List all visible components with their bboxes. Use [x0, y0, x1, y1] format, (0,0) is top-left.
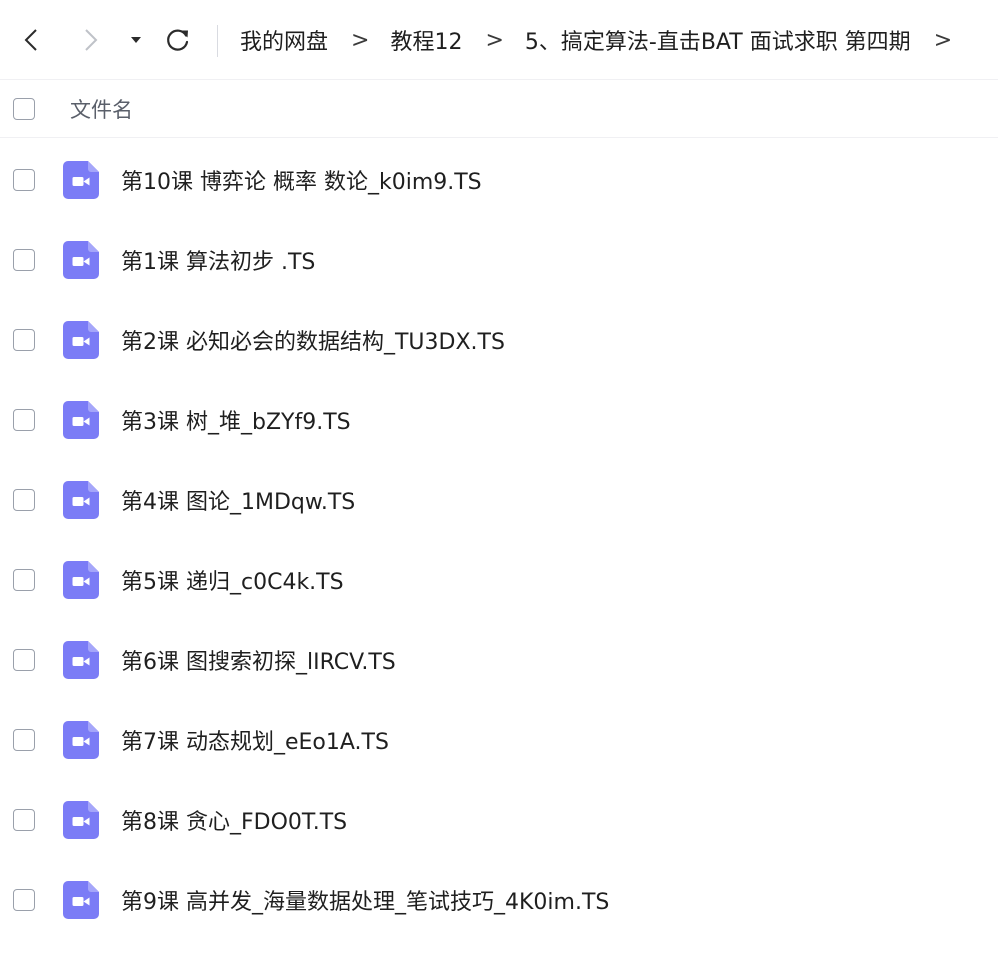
select-all-checkbox[interactable] [13, 98, 35, 120]
file-checkbox[interactable] [13, 649, 35, 671]
breadcrumb-separator: > [933, 27, 953, 53]
column-header-filename[interactable]: 文件名 [70, 94, 133, 124]
breadcrumb-separator: > [485, 27, 504, 53]
file-row[interactable]: 第1课 算法初步 .TS [0, 220, 998, 300]
file-name[interactable]: 第2课 必知必会的数据结构_TU3DX.TS [121, 324, 505, 356]
file-checkbox[interactable] [13, 489, 35, 511]
history-dropdown-button[interactable] [124, 20, 148, 60]
video-file-icon [63, 481, 99, 519]
file-list: 第10课 博弈论 概率 数论_k0im9.TS 第1课 算法初步 .TS 第2课… [0, 140, 998, 940]
breadcrumb-item-folder[interactable]: 教程12 [390, 24, 462, 56]
video-file-icon [63, 721, 99, 759]
video-file-icon [63, 161, 99, 199]
file-row[interactable]: 第9课 高并发_海量数据处理_笔试技巧_4K0im.TS [0, 860, 998, 940]
video-file-icon [63, 641, 99, 679]
file-checkbox[interactable] [13, 809, 35, 831]
nav-divider [217, 25, 218, 57]
file-name[interactable]: 第7课 动态规划_eEo1A.TS [121, 724, 389, 756]
file-checkbox[interactable] [13, 249, 35, 271]
file-name[interactable]: 第5课 递归_c0C4k.TS [121, 564, 344, 596]
video-file-icon [63, 241, 99, 279]
file-checkbox[interactable] [13, 569, 35, 591]
file-row[interactable]: 第8课 贪心_FDO0T.TS [0, 780, 998, 860]
file-name[interactable]: 第1课 算法初步 .TS [121, 244, 315, 276]
breadcrumb: 我的网盘 > 教程12 > 5、搞定算法-直击BAT 面试求职 第四期 > [240, 20, 952, 60]
navigation-bar: 我的网盘 > 教程12 > 5、搞定算法-直击BAT 面试求职 第四期 > [0, 0, 998, 80]
file-checkbox[interactable] [13, 729, 35, 751]
file-row[interactable]: 第5课 递归_c0C4k.TS [0, 540, 998, 620]
forward-button[interactable] [74, 20, 108, 60]
file-list-header: 文件名 [0, 80, 998, 138]
file-row[interactable]: 第4课 图论_1MDqw.TS [0, 460, 998, 540]
file-row[interactable]: 第7课 动态规划_eEo1A.TS [0, 700, 998, 780]
video-file-icon [63, 321, 99, 359]
file-name[interactable]: 第6课 图搜索初探_lIRCV.TS [121, 644, 396, 676]
video-file-icon [63, 561, 99, 599]
chevron-left-icon [24, 29, 37, 51]
video-file-icon [63, 881, 99, 919]
file-row[interactable]: 第10课 博弈论 概率 数论_k0im9.TS [0, 140, 998, 220]
breadcrumb-item-root[interactable]: 我的网盘 [240, 24, 328, 56]
file-row[interactable]: 第2课 必知必会的数据结构_TU3DX.TS [0, 300, 998, 380]
video-file-icon [63, 801, 99, 839]
file-name[interactable]: 第8课 贪心_FDO0T.TS [121, 804, 347, 836]
refresh-icon [167, 29, 189, 51]
file-checkbox[interactable] [13, 329, 35, 351]
back-button[interactable] [14, 20, 48, 60]
file-name[interactable]: 第3课 树_堆_bZYf9.TS [121, 404, 351, 436]
chevron-right-icon [85, 29, 98, 51]
file-checkbox[interactable] [13, 169, 35, 191]
file-checkbox[interactable] [13, 409, 35, 431]
file-name[interactable]: 第4课 图论_1MDqw.TS [121, 484, 355, 516]
breadcrumb-item-current[interactable]: 5、搞定算法-直击BAT 面试求职 第四期 [525, 24, 911, 56]
refresh-button[interactable] [158, 20, 198, 60]
file-name[interactable]: 第10课 博弈论 概率 数论_k0im9.TS [121, 164, 482, 196]
file-row[interactable]: 第6课 图搜索初探_lIRCV.TS [0, 620, 998, 700]
caret-down-icon [131, 37, 141, 43]
breadcrumb-separator: > [351, 27, 370, 53]
file-checkbox[interactable] [13, 889, 35, 911]
file-row[interactable]: 第3课 树_堆_bZYf9.TS [0, 380, 998, 460]
video-file-icon [63, 401, 99, 439]
file-name[interactable]: 第9课 高并发_海量数据处理_笔试技巧_4K0im.TS [121, 884, 609, 916]
